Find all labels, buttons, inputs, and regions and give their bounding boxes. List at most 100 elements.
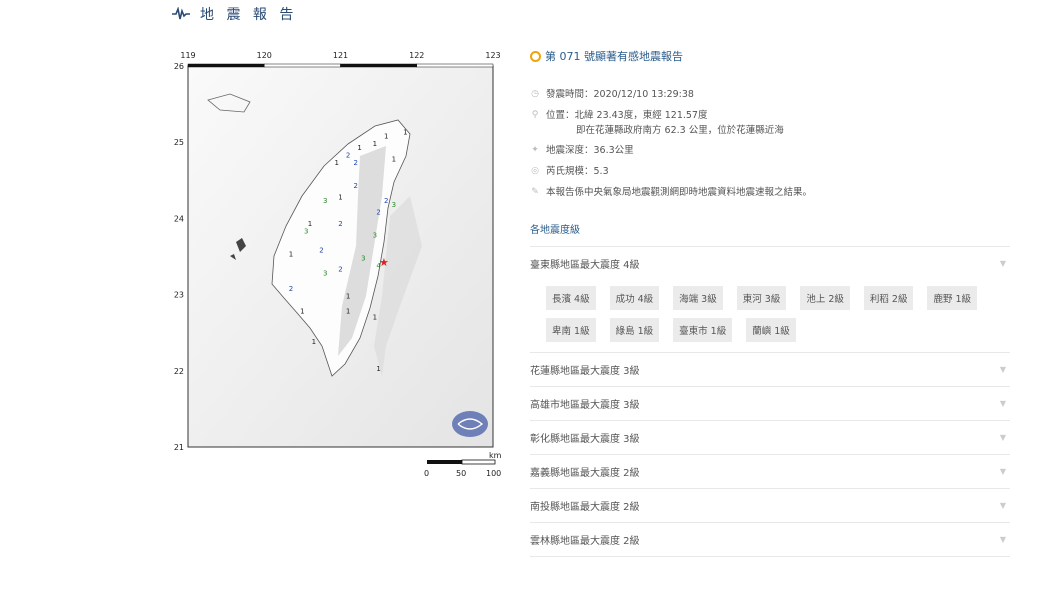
intensity-marker: 1 <box>373 140 377 148</box>
region-item: 高雄市地區最大震度 3級 ▼ <box>530 387 1010 421</box>
chevron-down-icon[interactable]: ▼ <box>1000 259 1006 268</box>
frame-segment <box>264 63 341 68</box>
station-tag: 成功 4級 <box>609 286 660 310</box>
chevron-down-icon[interactable]: ▼ <box>1000 467 1006 476</box>
lat-tick-label: 22 <box>174 367 184 376</box>
location-pin-icon: ⚲ <box>531 110 539 120</box>
lat-tick-label: 21 <box>174 443 184 452</box>
intensity-marker: 1 <box>376 365 380 373</box>
region-item: 南投縣地區最大震度 2級 ▼ <box>530 489 1010 523</box>
region-item: 雲林縣地區最大震度 2級 ▼ <box>530 523 1010 557</box>
location: 位置：北緯 23.43度，東經 121.57度 <box>546 110 708 121</box>
lon-tick-label: 122 <box>409 51 424 60</box>
map-canvas: 119 120 121 122 123262524232221 111121 2 123 1 2… <box>174 51 502 478</box>
region-item: 嘉義縣地區最大震度 2級 ▼ <box>530 455 1010 489</box>
intensity-marker: 1 <box>338 193 342 201</box>
chevron-down-icon[interactable]: ▼ <box>1000 399 1006 408</box>
magnitude-icon: ◎ <box>531 166 539 176</box>
lon-tick-label: 121 <box>333 51 348 60</box>
depth-icon: ✦ <box>531 145 539 155</box>
pencil-icon: ✎ <box>531 187 539 197</box>
station-tag: 臺東市 1級 <box>673 318 733 342</box>
intensity-marker: 3 <box>361 254 365 262</box>
intensity-marker: 1 <box>312 338 316 346</box>
seismograph-icon <box>172 7 190 20</box>
report-note: 本報告係中央氣象局地震觀測網即時地震資料地震速報之結果。 <box>546 187 813 198</box>
intensity-marker: 2 <box>376 209 380 217</box>
intensity-marker: 2 <box>289 285 293 293</box>
chevron-down-icon[interactable]: ▼ <box>1000 501 1006 510</box>
intensity-marker: 1 <box>384 132 388 140</box>
lat-tick-label: 23 <box>174 291 184 300</box>
origin-time: 發震時間：2020/12/10 13:29:38 <box>546 89 694 100</box>
region-header[interactable]: 嘉義縣地區最大震度 2級 ▼ <box>530 455 1010 488</box>
region-item: 臺東縣地區最大震度 4級 ▼ 長濱 4級 成功 4級 海端 3級 東河 3級 池上 2級 利稻… <box>530 247 1010 353</box>
region-item: 彰化縣地區最大震度 3級 ▼ <box>530 421 1010 455</box>
lon-tick-label: 120 <box>257 51 272 60</box>
intensity-marker: 3 <box>323 270 327 278</box>
region-header[interactable]: 花蓮縣地區最大震度 3級 ▼ <box>530 353 1010 386</box>
intensity-marker: 1 <box>403 129 407 137</box>
chevron-down-icon[interactable]: ▼ <box>1000 365 1006 374</box>
scale-label-50: 50 <box>456 469 466 478</box>
chevron-down-icon[interactable]: ▼ <box>1000 535 1006 544</box>
station-tag: 東河 3級 <box>736 286 787 310</box>
intensity-marker: 1 <box>357 144 361 152</box>
intensity-marker: 2 <box>384 197 388 205</box>
frame-segment <box>187 63 265 68</box>
page-header: 地 震 報 告 <box>172 4 297 24</box>
clock-icon: ◷ <box>531 89 539 99</box>
intensity-marker: 2 <box>346 151 350 159</box>
intensity-section-title: 各地震度級 <box>530 221 1010 247</box>
intensity-marker: 3 <box>323 197 327 205</box>
intensity-marker: 2 <box>319 247 323 255</box>
location-detail: 即在花蓮縣政府南方 62.3 公里，位於花蓮縣近海 <box>576 125 784 136</box>
intensity-marker: 2 <box>338 220 342 228</box>
scale-label-100: 100 <box>486 469 501 478</box>
region-header[interactable]: 南投縣地區最大震度 2級 ▼ <box>530 489 1010 522</box>
intensity-marker: 1 <box>373 314 377 322</box>
chevron-down-icon[interactable]: ▼ <box>1000 433 1006 442</box>
intensity-marker: 1 <box>346 292 350 300</box>
magnitude: 芮氏規模：5.3 <box>546 166 609 177</box>
station-tag: 卑南 1級 <box>546 318 596 342</box>
scale-bar: km 0 50 100 <box>424 451 502 478</box>
page-title: 地 震 報 告 <box>200 7 298 23</box>
frame-segment <box>416 63 494 68</box>
intensity-map: 119 120 121 122 123 26 25 24 23 22 21 111121212312… <box>160 46 510 486</box>
lat-tick-label: 24 <box>174 214 184 223</box>
station-tag: 利稻 2級 <box>863 286 914 310</box>
report-info: ◷ 發震時間：2020/12/10 13:29:38 ⚲ 位置：北緯 23.43度，… <box>530 88 1010 199</box>
circle-icon <box>530 50 541 62</box>
cwb-logo <box>452 411 488 437</box>
region-header[interactable]: 彰化縣地區最大震度 3級 ▼ <box>530 421 1010 454</box>
intensity-marker: 1 <box>308 220 312 228</box>
region-label: 雲林縣地區最大震度 2級 <box>530 536 640 547</box>
lat-tick-label: 25 <box>174 138 184 147</box>
lon-tick-label: 123 <box>485 51 500 60</box>
region-item: 花蓮縣地區最大震度 3級 ▼ <box>530 353 1010 387</box>
region-header[interactable]: 雲林縣地區最大震度 2級 ▼ <box>530 523 1010 556</box>
station-tag: 綠島 1級 <box>609 318 660 342</box>
station-tag: 池上 2級 <box>800 286 850 310</box>
epicenter-star-icon: ★ <box>379 256 389 269</box>
intensity-marker: 1 <box>392 155 396 163</box>
region-header[interactable]: 臺東縣地區最大震度 4級 ▼ <box>530 247 1010 280</box>
region-header[interactable]: 高雄市地區最大震度 3級 ▼ <box>530 387 1010 420</box>
intensity-marker: 2 <box>338 266 342 274</box>
intensity-marker: 1 <box>300 308 304 316</box>
station-tag: 海端 3級 <box>673 286 723 310</box>
frame-segment <box>340 63 417 68</box>
intensity-marker: 3 <box>304 228 308 236</box>
intensity-accordion: 臺東縣地區最大震度 4級 ▼ 長濱 4級 成功 4級 海端 3級 東河 3級 池上 2級 利稻… <box>530 247 1010 557</box>
station-tag: 鹿野 1級 <box>927 286 978 310</box>
report-panel: 第 071 號顯著有感地震報告 ◷ 發震時間：2020/12/10 13:29:3… <box>530 46 1010 557</box>
region-label: 嘉義縣地區最大震度 2級 <box>530 468 640 479</box>
lat-tick-label: 26 <box>174 62 184 71</box>
report-title-text: 第 071 號顯著有感地震報告 <box>545 50 683 63</box>
region-label: 臺東縣地區最大震度 4級 <box>530 260 640 271</box>
intensity-marker: 1 <box>346 308 350 316</box>
intensity-marker: 1 <box>334 159 338 167</box>
region-label: 彰化縣地區最大震度 3級 <box>530 434 640 445</box>
intensity-marker: 3 <box>392 201 396 209</box>
